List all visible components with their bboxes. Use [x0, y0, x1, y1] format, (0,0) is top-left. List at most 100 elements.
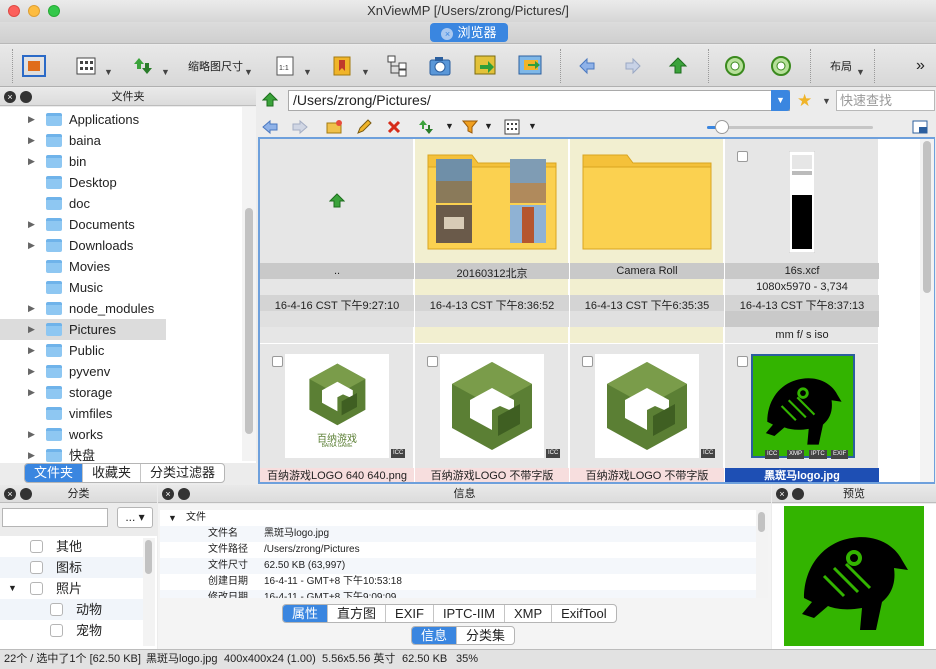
expand-triangle-icon[interactable]: ▶ — [28, 382, 35, 403]
expand-triangle-icon[interactable]: ▶ — [28, 130, 35, 151]
select-checkbox[interactable] — [737, 151, 748, 162]
thumbnail-scrollbar[interactable] — [920, 139, 934, 482]
folder-tree-item[interactable]: ▶ Public — [0, 340, 242, 361]
scrollbar-thumb[interactable] — [758, 512, 765, 532]
quick-search-input[interactable]: 快速查找 — [836, 90, 935, 111]
panel-layout-icon[interactable] — [912, 119, 928, 135]
select-checkbox[interactable] — [427, 356, 438, 367]
tree-view-button[interactable] — [387, 53, 407, 79]
folder-tree-item[interactable]: ▶ Downloads — [0, 235, 242, 256]
expand-triangle-icon[interactable]: ▶ — [28, 298, 35, 319]
expand-triangle-icon[interactable]: ▶ — [28, 235, 35, 256]
back-arrow-icon[interactable] — [262, 119, 278, 135]
tab-browser[interactable]: × 浏览器 — [430, 23, 508, 42]
folder-tree-item[interactable]: ▶ works — [0, 424, 242, 445]
chevron-down-icon[interactable]: ▼ — [484, 121, 493, 131]
expand-triangle-icon[interactable]: ▶ — [28, 361, 35, 382]
folder-tree-item[interactable]: ▶ baina — [0, 130, 242, 151]
thumbnail-cell[interactable]: 16s.xcf 1080x5970 - 3,734 16-4-13 CST 下午8:… — [725, 139, 879, 343]
category-checkbox[interactable] — [30, 582, 43, 595]
folder-tree-item[interactable]: vimfiles — [0, 403, 242, 424]
category-item[interactable]: 动物 — [0, 599, 145, 620]
property-row[interactable]: 文件名 黑斑马logo.jpg — [160, 526, 756, 542]
filter-icon[interactable] — [462, 119, 478, 135]
thumb-size-slider[interactable] — [707, 120, 873, 134]
thumbnail-cell[interactable]: ICC XMP IPTC EXIF 黑斑马logo.jpg — [725, 344, 879, 482]
tab-folder-panel-0[interactable]: 文件夹 — [25, 464, 84, 482]
category-options-button[interactable]: ... ▾ — [117, 507, 153, 528]
folder-tree-item[interactable]: ▶ storage — [0, 382, 242, 403]
forward-arrow-icon[interactable] — [292, 119, 308, 135]
rename-icon[interactable] — [356, 119, 372, 135]
bookmark-button[interactable] — [333, 53, 351, 79]
tab-info-3[interactable]: IPTC-IIM — [434, 605, 505, 622]
convert-button[interactable] — [474, 53, 498, 79]
tab-info-4[interactable]: XMP — [505, 605, 553, 622]
delete-icon[interactable] — [386, 119, 402, 135]
sort-button[interactable] — [133, 53, 153, 79]
tab-info-1[interactable]: 直方图 — [328, 605, 387, 622]
panel-float-icon[interactable] — [792, 488, 804, 500]
folder-tree-item[interactable]: ▶ Documents — [0, 214, 242, 235]
folder-tree-item[interactable]: ▶ 快盘 — [0, 445, 242, 463]
view-mode-button[interactable] — [76, 53, 96, 79]
folder-tree-item[interactable]: Music — [0, 277, 242, 298]
expand-triangle-icon[interactable]: ▶ — [28, 319, 35, 340]
scrollbar-thumb[interactable] — [245, 208, 253, 434]
thumbnail-cell[interactable]: Camera Roll 16-4-13 CST 下午6:35:35 — [570, 139, 724, 343]
chevron-down-icon[interactable]: ▼ — [161, 67, 170, 77]
tab-info-bottom-0[interactable]: 信息 — [412, 627, 458, 644]
thumbnail-cell[interactable]: .. 16-4-16 CST 下午9:27:10 — [260, 139, 414, 343]
expand-triangle-icon[interactable]: ▶ — [28, 109, 35, 130]
panel-float-icon[interactable] — [20, 488, 32, 500]
select-checkbox[interactable] — [737, 356, 748, 367]
folder-tree-item[interactable]: ▶ pyvenv — [0, 361, 242, 382]
property-row[interactable]: 文件尺寸 62.50 KB (63,997) — [160, 558, 756, 574]
path-dropdown-button[interactable]: ▼ — [771, 90, 790, 111]
scrollbar-thumb[interactable] — [145, 540, 152, 574]
folder-tree-item[interactable]: ▶ Pictures — [0, 319, 166, 340]
panel-close-icon[interactable]: × — [4, 91, 16, 103]
fullscreen-button[interactable] — [22, 53, 46, 79]
category-item[interactable]: 其他 — [0, 536, 145, 557]
category-item[interactable]: ▼ 照片 — [0, 578, 145, 599]
folder-tree-item[interactable]: ▶ Applications — [0, 109, 242, 130]
tab-folder-panel-1[interactable]: 收藏夹 — [83, 464, 142, 482]
previous-button[interactable] — [578, 53, 596, 79]
properties-section[interactable]: ▼ 文件 — [160, 510, 756, 526]
category-checkbox[interactable] — [30, 540, 43, 553]
property-row[interactable]: 文件路径/Users/zrong/Pictures — [160, 542, 756, 558]
path-field[interactable]: /Users/zrong/Pictures/ — [288, 90, 790, 111]
category-search-input[interactable] — [2, 508, 108, 527]
property-row[interactable]: 创建日期 16-4-11 - GMT+8 下午10:53:18 — [160, 574, 756, 590]
panel-close-icon[interactable]: × — [162, 488, 174, 500]
panel-float-icon[interactable] — [20, 91, 32, 103]
panel-close-icon[interactable]: × — [776, 488, 788, 500]
tab-info-5[interactable]: ExifTool — [552, 605, 616, 622]
chevron-down-icon[interactable]: ▼ — [856, 67, 865, 77]
favorite-star-icon[interactable]: ★ — [797, 91, 812, 111]
new-folder-icon[interactable] — [326, 119, 342, 135]
tab-close-icon[interactable]: × — [441, 28, 454, 40]
rotate-right-button[interactable] — [770, 53, 792, 79]
chevron-down-icon[interactable]: ▼ — [244, 67, 253, 77]
expand-triangle-icon[interactable]: ▼ — [8, 578, 17, 599]
tab-info-0[interactable]: 属性 — [283, 605, 329, 622]
panel-float-icon[interactable] — [178, 488, 190, 500]
tab-info-bottom-1[interactable]: 分类集 — [457, 627, 514, 644]
folder-scrollbar[interactable] — [242, 107, 256, 461]
expand-triangle-icon[interactable]: ▶ — [28, 445, 35, 463]
select-checkbox[interactable] — [272, 356, 283, 367]
scrollbar-thumb[interactable] — [923, 141, 931, 293]
grid-view-icon[interactable] — [504, 119, 520, 135]
thumbnail-cell[interactable]: ICC 百纳游戏LOGO 不带字版本-1.... — [415, 344, 569, 482]
expand-triangle-icon[interactable]: ▼ — [168, 510, 177, 526]
category-checkbox[interactable] — [30, 561, 43, 574]
zoom-window-button[interactable] — [48, 5, 60, 17]
property-row[interactable]: 修改日期 16-4-11 - GMT+8 下午9:09:09 — [160, 590, 756, 598]
folder-tree-item[interactable]: ▶ bin — [0, 151, 242, 172]
toolbar-overflow-button[interactable]: » — [916, 53, 925, 79]
expand-triangle-icon[interactable]: ▶ — [28, 214, 35, 235]
category-scrollbar[interactable] — [143, 538, 155, 646]
chevron-down-icon[interactable]: ▼ — [528, 121, 537, 131]
